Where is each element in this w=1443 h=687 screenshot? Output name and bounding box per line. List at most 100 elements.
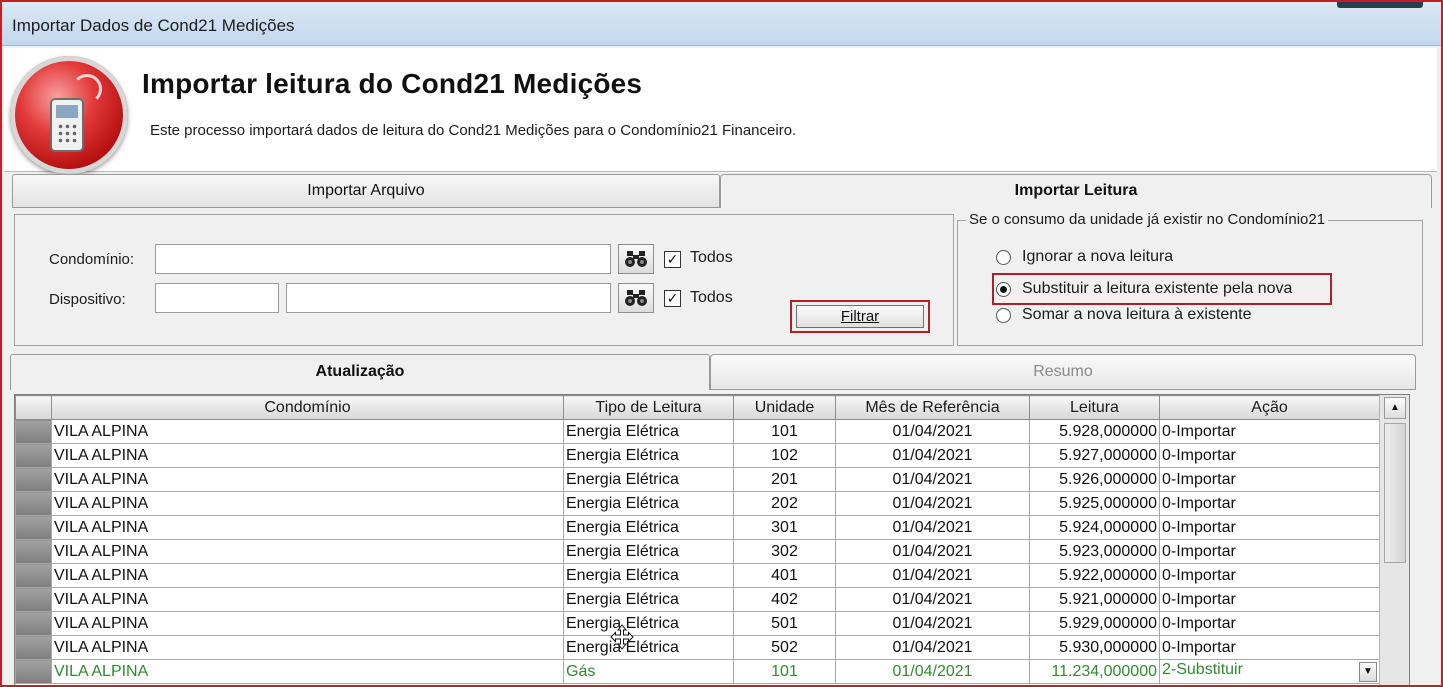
- cell-leitura[interactable]: 5.922,000000: [1029, 563, 1160, 588]
- row-indicator[interactable]: [15, 515, 52, 540]
- cell-condominio[interactable]: VILA ALPINA: [51, 467, 564, 492]
- cell-tipo-leitura[interactable]: Gás: [563, 659, 734, 684]
- cell-acao[interactable]: 0-Importar: [1159, 443, 1380, 468]
- cell-leitura[interactable]: 5.930,000000: [1029, 635, 1160, 660]
- table-row[interactable]: VILA ALPINA Energia Elétrica 202 01/04/2…: [15, 491, 1380, 516]
- cell-acao[interactable]: 0-Importar: [1159, 539, 1380, 564]
- cell-tipo-leitura[interactable]: Energia Elétrica: [563, 443, 734, 468]
- cell-mes-referencia[interactable]: 01/04/2021: [835, 419, 1030, 444]
- cell-tipo-leitura[interactable]: Energia Elétrica: [563, 515, 734, 540]
- cell-leitura[interactable]: 5.928,000000: [1029, 419, 1160, 444]
- tab-atualizacao[interactable]: Atualização: [10, 354, 710, 390]
- row-indicator[interactable]: [15, 659, 52, 684]
- cell-mes-referencia[interactable]: 01/04/2021: [835, 659, 1030, 684]
- cell-mes-referencia[interactable]: 01/04/2021: [835, 467, 1030, 492]
- row-indicator[interactable]: [15, 539, 52, 564]
- cell-leitura[interactable]: 5.929,000000: [1029, 611, 1160, 636]
- cell-leitura[interactable]: 5.923,000000: [1029, 539, 1160, 564]
- table-row[interactable]: VILA ALPINA Energia Elétrica 102 01/04/2…: [15, 443, 1380, 468]
- table-row[interactable]: VILA ALPINA Energia Elétrica 201 01/04/2…: [15, 467, 1380, 492]
- cell-leitura[interactable]: 5.925,000000: [1029, 491, 1160, 516]
- cell-condominio[interactable]: VILA ALPINA: [51, 659, 564, 684]
- cell-condominio[interactable]: VILA ALPINA: [51, 563, 564, 588]
- row-indicator[interactable]: [15, 563, 52, 588]
- cell-mes-referencia[interactable]: 01/04/2021: [835, 563, 1030, 588]
- cell-acao[interactable]: 0-Importar: [1159, 467, 1380, 492]
- cell-mes-referencia[interactable]: 01/04/2021: [835, 635, 1030, 660]
- cell-condominio[interactable]: VILA ALPINA: [51, 611, 564, 636]
- cell-tipo-leitura[interactable]: Energia Elétrica: [563, 419, 734, 444]
- cell-leitura[interactable]: 5.921,000000: [1029, 587, 1160, 612]
- column-header-mes-referencia[interactable]: Mês de Referência: [835, 395, 1030, 420]
- row-indicator[interactable]: [15, 467, 52, 492]
- table-row[interactable]: VILA ALPINA Energia Elétrica 402 01/04/2…: [15, 587, 1380, 612]
- table-row[interactable]: VILA ALPINA Energia Elétrica 401 01/04/2…: [15, 563, 1380, 588]
- cell-mes-referencia[interactable]: 01/04/2021: [835, 443, 1030, 468]
- radio-ignorar[interactable]: [996, 250, 1011, 265]
- cell-condominio[interactable]: VILA ALPINA: [51, 443, 564, 468]
- cell-tipo-leitura[interactable]: Energia Elétrica: [563, 587, 734, 612]
- cell-unidade[interactable]: 401: [733, 563, 836, 588]
- cell-leitura[interactable]: 5.927,000000: [1029, 443, 1160, 468]
- cell-condominio[interactable]: VILA ALPINA: [51, 419, 564, 444]
- cell-unidade[interactable]: 502: [733, 635, 836, 660]
- row-indicator[interactable]: [15, 611, 52, 636]
- scrollbar-thumb[interactable]: [1384, 423, 1406, 563]
- column-header-tipo-leitura[interactable]: Tipo de Leitura: [563, 395, 734, 420]
- row-indicator[interactable]: [15, 635, 52, 660]
- cell-acao[interactable]: 0-Importar: [1159, 563, 1380, 588]
- cell-leitura[interactable]: 5.926,000000: [1029, 467, 1160, 492]
- tab-importar-leitura[interactable]: Importar Leitura: [720, 174, 1432, 208]
- cell-tipo-leitura[interactable]: Energia Elétrica: [563, 467, 734, 492]
- column-header-unidade[interactable]: Unidade: [733, 395, 836, 420]
- tab-importar-arquivo[interactable]: Importar Arquivo: [12, 174, 720, 208]
- dispositivo-input[interactable]: [286, 283, 611, 313]
- cell-leitura[interactable]: 5.924,000000: [1029, 515, 1160, 540]
- dispositivo-search-button[interactable]: [618, 283, 654, 313]
- cell-acao[interactable]: 0-Importar: [1159, 611, 1380, 636]
- cell-acao[interactable]: 0-Importar: [1159, 419, 1380, 444]
- cell-condominio[interactable]: VILA ALPINA: [51, 491, 564, 516]
- table-row[interactable]: VILA ALPINA Energia Elétrica 301 01/04/2…: [15, 515, 1380, 540]
- cell-acao-dropdown[interactable]: 2-Substituir ▼: [1159, 659, 1380, 684]
- tab-resumo[interactable]: Resumo: [710, 354, 1416, 390]
- cell-mes-referencia[interactable]: 01/04/2021: [835, 587, 1030, 612]
- cell-unidade[interactable]: 402: [733, 587, 836, 612]
- cell-tipo-leitura[interactable]: Energia Elétrica: [563, 611, 734, 636]
- cell-condominio[interactable]: VILA ALPINA: [51, 539, 564, 564]
- row-indicator[interactable]: [15, 491, 52, 516]
- dispositivo-todos-checkbox[interactable]: ✓: [664, 290, 681, 307]
- column-header-leitura[interactable]: Leitura: [1029, 395, 1160, 420]
- dropdown-arrow-icon[interactable]: ▼: [1359, 662, 1377, 682]
- column-header-condominio[interactable]: Condomínio: [51, 395, 564, 420]
- cell-unidade[interactable]: 101: [733, 659, 836, 684]
- cell-unidade[interactable]: 301: [733, 515, 836, 540]
- cell-unidade[interactable]: 302: [733, 539, 836, 564]
- column-header-acao[interactable]: Ação: [1159, 395, 1380, 420]
- cell-mes-referencia[interactable]: 01/04/2021: [835, 491, 1030, 516]
- radio-somar[interactable]: [996, 308, 1011, 323]
- condominio-search-button[interactable]: [618, 244, 654, 274]
- cell-mes-referencia[interactable]: 01/04/2021: [835, 515, 1030, 540]
- row-indicator[interactable]: [15, 443, 52, 468]
- cell-acao[interactable]: 0-Importar: [1159, 515, 1380, 540]
- cell-leitura[interactable]: 11.234,000000: [1029, 659, 1160, 684]
- table-row[interactable]: VILA ALPINA Energia Elétrica 501 01/04/2…: [15, 611, 1380, 636]
- row-indicator[interactable]: [15, 587, 52, 612]
- cell-tipo-leitura[interactable]: Energia Elétrica: [563, 563, 734, 588]
- cell-condominio[interactable]: VILA ALPINA: [51, 635, 564, 660]
- filtrar-button[interactable]: Filtrar: [796, 305, 924, 328]
- condominio-input[interactable]: [155, 244, 611, 274]
- cell-mes-referencia[interactable]: 01/04/2021: [835, 611, 1030, 636]
- cell-tipo-leitura[interactable]: Energia Elétrica: [563, 491, 734, 516]
- table-row[interactable]: VILA ALPINA Energia Elétrica 101 01/04/2…: [15, 419, 1380, 444]
- cell-tipo-leitura[interactable]: Energia Elétrica: [563, 635, 734, 660]
- table-row[interactable]: VILA ALPINA Energia Elétrica 502 01/04/2…: [15, 635, 1380, 660]
- cell-tipo-leitura[interactable]: Energia Elétrica: [563, 539, 734, 564]
- dispositivo-code-input[interactable]: [155, 283, 279, 313]
- cell-unidade[interactable]: 201: [733, 467, 836, 492]
- grid-vertical-scrollbar[interactable]: ▲: [1379, 395, 1409, 685]
- cell-condominio[interactable]: VILA ALPINA: [51, 587, 564, 612]
- cell-unidade[interactable]: 101: [733, 419, 836, 444]
- cell-acao[interactable]: 0-Importar: [1159, 635, 1380, 660]
